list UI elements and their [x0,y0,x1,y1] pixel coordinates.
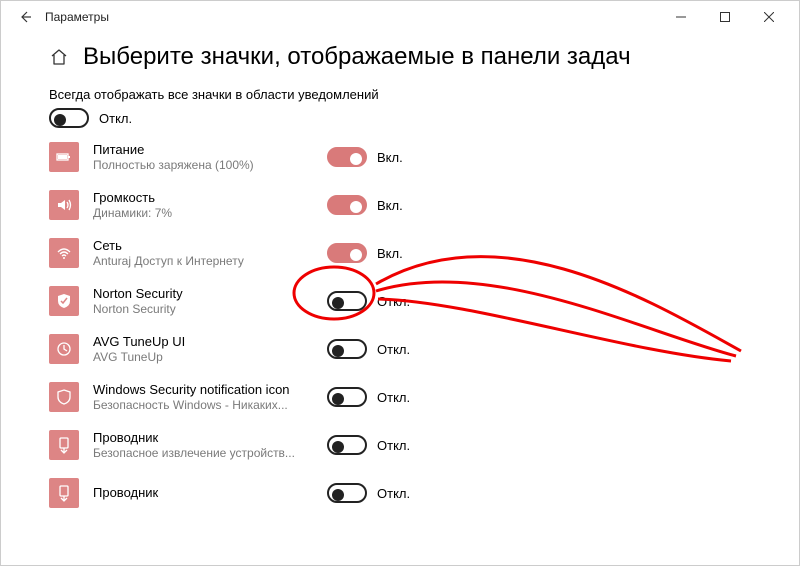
item-title: Windows Security notification icon [93,382,313,398]
maximize-button[interactable] [703,1,747,33]
item-toggle-label: Откл. [377,486,410,501]
item-toggle-group: Вкл. [327,195,403,215]
volume-icon [49,190,79,220]
battery-icon [49,142,79,172]
list-item: Windows Security notification iconБезопа… [49,382,751,412]
security-icon [49,382,79,412]
item-texts: Norton SecurityNorton Security [93,286,313,316]
item-title: Проводник [93,430,313,446]
item-toggle-group: Вкл. [327,147,403,167]
item-toggle-group: Откл. [327,483,410,503]
settings-window: Параметры Выберите значки, отображаемые … [0,0,800,566]
explorer-icon [49,478,79,508]
item-title: AVG TuneUp UI [93,334,313,350]
item-title: Питание [93,142,313,158]
item-texts: ГромкостьДинамики: 7% [93,190,313,220]
window-controls [659,1,791,33]
item-texts: ПроводникБезопасное извлечение устройств… [93,430,313,460]
item-toggle[interactable] [327,483,367,503]
wifi-icon [49,238,79,268]
item-title: Проводник [93,485,313,501]
list-item: Norton SecurityNorton Security Откл. [49,286,751,316]
titlebar: Параметры [1,1,799,33]
back-button[interactable] [9,1,41,33]
item-subtitle: Полностью заряжена (100%) [93,158,313,172]
item-toggle[interactable] [327,339,367,359]
icon-list: ПитаниеПолностью заряжена (100%)Вкл.Гром… [49,142,751,508]
item-toggle-group: Откл. [327,435,410,455]
item-toggle-group: Вкл. [327,243,403,263]
item-toggle-group: Откл. [327,291,410,311]
item-toggle-label: Откл. [377,438,410,453]
always-show-toggle-row: Откл. [49,108,751,128]
always-show-state-label: Откл. [99,111,132,126]
item-toggle-group: Откл. [327,387,410,407]
list-item: Проводник Откл. [49,478,751,508]
item-toggle[interactable] [327,195,367,215]
item-toggle[interactable] [327,291,367,311]
item-subtitle: Безопасное извлечение устройств... [93,446,313,460]
item-subtitle: Динамики: 7% [93,206,313,220]
item-title: Сеть [93,238,313,254]
page-title: Выберите значки, отображаемые в панели з… [83,43,631,71]
home-icon[interactable] [49,47,69,67]
minimize-button[interactable] [659,1,703,33]
item-toggle-label: Откл. [377,390,410,405]
item-texts: СетьAnturaj Доступ к Интернету [93,238,313,268]
item-toggle[interactable] [327,147,367,167]
list-item: ПроводникБезопасное извлечение устройств… [49,430,751,460]
item-subtitle: Norton Security [93,302,313,316]
list-item: ПитаниеПолностью заряжена (100%) Вкл. [49,142,751,172]
item-toggle-group: Откл. [327,339,410,359]
shield-icon [49,286,79,316]
close-button[interactable] [747,1,791,33]
item-texts: Проводник [93,485,313,501]
window-title: Параметры [45,10,109,24]
item-toggle[interactable] [327,387,367,407]
list-item: ГромкостьДинамики: 7% Вкл. [49,190,751,220]
content: Всегда отображать все значки в области у… [1,79,799,508]
list-item: СетьAnturaj Доступ к Интернету Вкл. [49,238,751,268]
page-header: Выберите значки, отображаемые в панели з… [1,33,799,79]
item-subtitle: AVG TuneUp [93,350,313,364]
item-toggle-label: Вкл. [377,198,403,213]
item-toggle-label: Вкл. [377,246,403,261]
item-toggle-label: Откл. [377,342,410,357]
item-title: Norton Security [93,286,313,302]
tuneup-icon [49,334,79,364]
item-texts: Windows Security notification iconБезопа… [93,382,313,412]
item-toggle[interactable] [327,243,367,263]
item-texts: AVG TuneUp UIAVG TuneUp [93,334,313,364]
list-item: AVG TuneUp UIAVG TuneUp Откл. [49,334,751,364]
item-title: Громкость [93,190,313,206]
always-show-toggle[interactable] [49,108,89,128]
always-show-label: Всегда отображать все значки в области у… [49,87,751,102]
explorer-icon [49,430,79,460]
item-subtitle: Anturaj Доступ к Интернету [93,254,313,268]
item-toggle-label: Откл. [377,294,410,309]
item-toggle[interactable] [327,435,367,455]
item-toggle-label: Вкл. [377,150,403,165]
item-subtitle: Безопасность Windows - Никаких... [93,398,313,412]
item-texts: ПитаниеПолностью заряжена (100%) [93,142,313,172]
